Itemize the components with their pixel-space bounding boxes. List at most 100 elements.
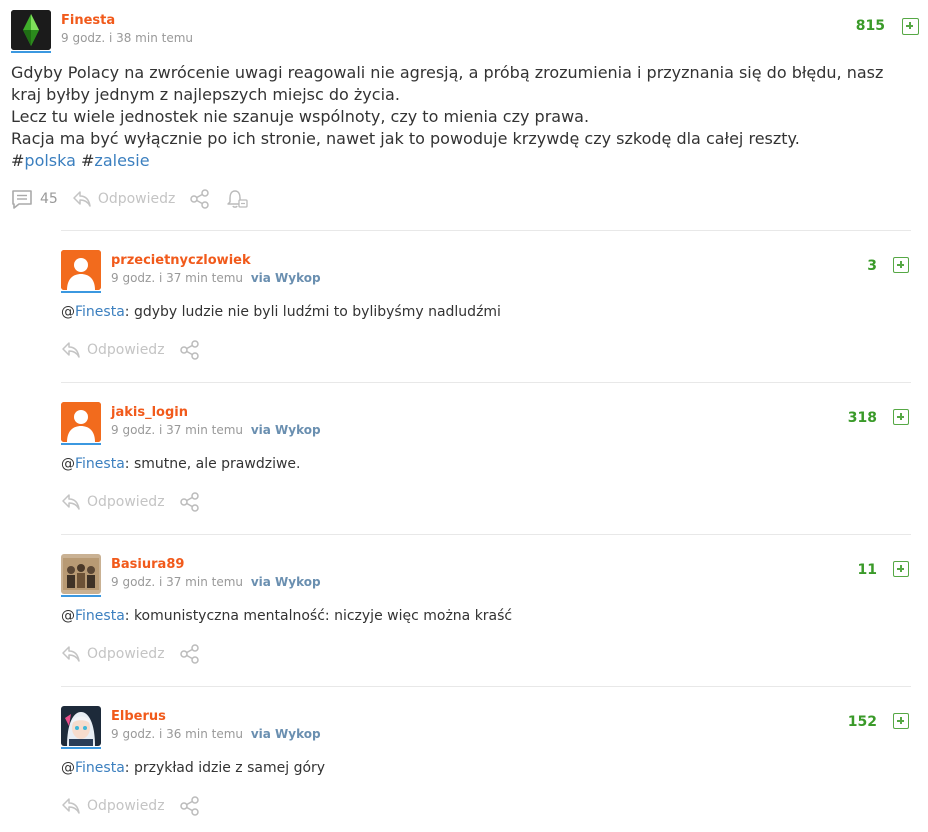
share-icon — [179, 796, 199, 816]
avatar-underline — [61, 747, 101, 749]
comment-text: : gdyby ludzie nie byli ludźmi to byliby… — [124, 304, 501, 320]
reply-label: Odpowiedz — [87, 798, 165, 814]
reply-label: Odpowiedz — [87, 646, 165, 662]
comment-actions: Odpowiedz — [61, 492, 215, 512]
comment-meta: 9 godz. i 37 min temu via Wykop — [111, 271, 321, 285]
entry-tags: #polska #zalesie — [11, 151, 150, 170]
vote-count: 318 — [847, 410, 877, 426]
plus-vote-button[interactable] — [902, 18, 919, 35]
entry-thread: Finesta 9 godz. i 38 min temu 815 Gdyby … — [0, 0, 928, 832]
avatar[interactable] — [61, 554, 101, 594]
author-name[interactable]: przecietnyczlowiek — [111, 253, 251, 268]
reply-label: Odpowiedz — [97, 191, 176, 207]
timestamp: 9 godz. i 38 min temu — [61, 31, 194, 45]
vote-count: 11 — [857, 562, 877, 578]
vote-count: 3 — [867, 258, 877, 274]
reply-arrow-icon — [62, 342, 80, 358]
avatar-underline — [61, 443, 101, 445]
via-link[interactable]: via Wykop — [251, 727, 321, 741]
entry-line: Racja ma być wyłącznie po ich stronie, n… — [11, 129, 800, 148]
avatar-underline — [11, 51, 51, 53]
reply-button[interactable]: Odpowiedz — [61, 797, 165, 815]
avatar[interactable] — [61, 706, 101, 746]
mention-link[interactable]: Finesta — [75, 608, 125, 624]
comment-body: @Finesta: przykład idzie z samej góry — [61, 760, 326, 776]
mention-link[interactable]: Finesta — [75, 304, 125, 320]
plus-vote-button[interactable] — [893, 257, 909, 273]
default-avatar-icon — [61, 250, 101, 290]
timestamp: 9 godz. i 36 min temu — [111, 727, 244, 741]
reply-arrow-icon — [73, 191, 91, 207]
share-button[interactable] — [179, 492, 201, 512]
share-icon — [179, 492, 199, 512]
comment-actions: Odpowiedz — [61, 796, 215, 816]
share-icon — [179, 644, 199, 664]
reply-button[interactable]: Odpowiedz — [61, 493, 165, 511]
share-button[interactable] — [179, 644, 201, 664]
default-avatar-icon — [61, 402, 101, 442]
comment-body: @Finesta: gdyby ludzie nie byli ludźmi t… — [61, 304, 501, 320]
entry-line: Gdyby Polacy na zwrócenie uwagi reagowal… — [11, 63, 884, 104]
anime-avatar-icon — [61, 706, 101, 746]
entry-actions: 45 Odpowiedz — [11, 189, 263, 209]
avatar[interactable] — [61, 250, 101, 290]
comment-meta: 9 godz. i 37 min temu via Wykop — [111, 575, 321, 589]
tag-link[interactable]: zalesie — [94, 151, 149, 170]
plus-vote-button[interactable] — [893, 713, 909, 729]
entry-body: Gdyby Polacy na zwrócenie uwagi reagowal… — [11, 62, 916, 172]
bell-icon — [227, 190, 249, 208]
mention-link[interactable]: Finesta — [75, 760, 125, 776]
photo-avatar-icon — [61, 554, 101, 594]
notify-button[interactable] — [225, 189, 249, 209]
timestamp: 9 godz. i 37 min temu — [111, 575, 244, 589]
via-link[interactable]: via Wykop — [251, 575, 321, 589]
reply-button[interactable]: Odpowiedz — [72, 190, 176, 208]
vote-count: 152 — [847, 714, 877, 730]
reply-arrow-icon — [62, 798, 80, 814]
comment-meta: 9 godz. i 36 min temu via Wykop — [111, 727, 321, 741]
comment-text: : smutne, ale prawdziwe. — [124, 456, 301, 472]
timestamp: 9 godz. i 37 min temu — [111, 423, 244, 437]
mention-link[interactable]: Finesta — [75, 456, 125, 472]
author-name[interactable]: Elberus — [111, 709, 166, 724]
via-link[interactable]: via Wykop — [251, 271, 321, 285]
tag-link[interactable]: polska — [24, 151, 76, 170]
plumbob-icon — [11, 10, 51, 50]
comment-divider — [61, 230, 911, 231]
avatar[interactable] — [11, 10, 51, 50]
comments-button[interactable]: 45 — [11, 189, 58, 209]
plus-vote-button[interactable] — [893, 409, 909, 425]
avatar-underline — [61, 595, 101, 597]
comment-actions: Odpowiedz — [61, 340, 215, 360]
comment-text: : przykład idzie z samej góry — [124, 760, 326, 776]
reply-label: Odpowiedz — [87, 342, 165, 358]
author-name[interactable]: jakis_login — [111, 405, 188, 420]
author-name[interactable]: Basiura89 — [111, 557, 184, 572]
comment-divider — [61, 534, 911, 535]
plus-vote-button[interactable] — [893, 561, 909, 577]
reply-arrow-icon — [62, 494, 80, 510]
comment-body: @Finesta: komunistyczna mentalność: nicz… — [61, 608, 513, 624]
reply-button[interactable]: Odpowiedz — [61, 645, 165, 663]
avatar-underline — [61, 291, 101, 293]
comment-body: @Finesta: smutne, ale prawdziwe. — [61, 456, 301, 472]
author-name[interactable]: Finesta — [61, 13, 115, 28]
share-button[interactable] — [179, 796, 201, 816]
avatar[interactable] — [61, 402, 101, 442]
entry-line: Lecz tu wiele jednostek nie szanuje wspó… — [11, 107, 590, 126]
share-button[interactable] — [189, 189, 211, 209]
comment-divider — [61, 686, 911, 687]
reply-arrow-icon — [62, 646, 80, 662]
vote-count: 815 — [855, 18, 885, 34]
share-button[interactable] — [179, 340, 201, 360]
reply-button[interactable]: Odpowiedz — [61, 341, 165, 359]
timestamp: 9 godz. i 37 min temu — [111, 271, 244, 285]
reply-label: Odpowiedz — [87, 494, 165, 510]
comment-actions: Odpowiedz — [61, 644, 215, 664]
comments-count: 45 — [40, 191, 58, 207]
via-link[interactable]: via Wykop — [251, 423, 321, 437]
post-time: 9 godz. i 38 min temu — [61, 31, 193, 45]
share-icon — [179, 340, 199, 360]
comment-icon — [12, 190, 32, 209]
share-icon — [190, 189, 210, 209]
